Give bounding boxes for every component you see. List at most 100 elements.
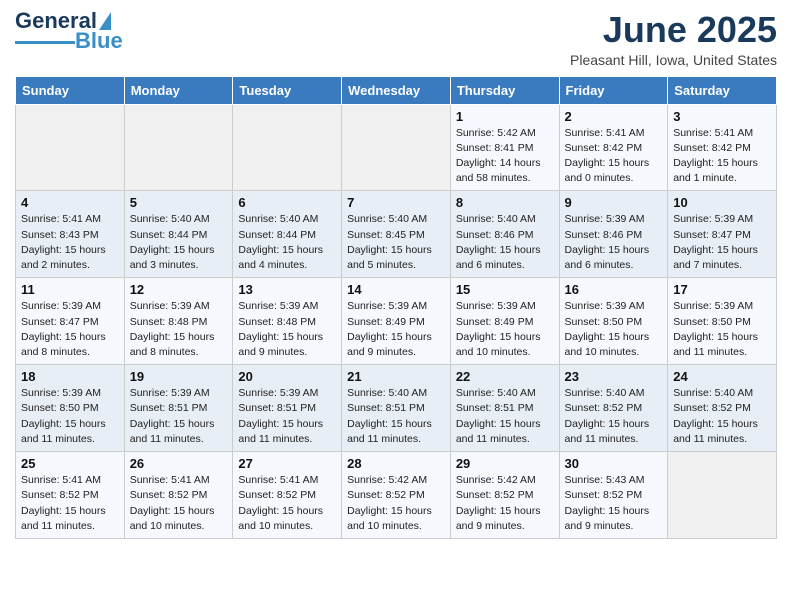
day-number: 21 <box>347 369 445 384</box>
day-detail: Sunrise: 5:41 AMSunset: 8:42 PMDaylight:… <box>673 126 771 187</box>
weekday-row: SundayMondayTuesdayWednesdayThursdayFrid… <box>16 76 777 104</box>
day-detail: Sunrise: 5:39 AMSunset: 8:50 PMDaylight:… <box>565 299 663 360</box>
day-detail: Sunrise: 5:39 AMSunset: 8:48 PMDaylight:… <box>238 299 336 360</box>
calendar-day-cell: 15Sunrise: 5:39 AMSunset: 8:49 PMDayligh… <box>450 278 559 365</box>
day-number: 8 <box>456 195 554 210</box>
calendar-day-cell: 9Sunrise: 5:39 AMSunset: 8:46 PMDaylight… <box>559 191 668 278</box>
weekday-header: Wednesday <box>342 76 451 104</box>
calendar-header: SundayMondayTuesdayWednesdayThursdayFrid… <box>16 76 777 104</box>
calendar-day-cell: 11 Sunrise: 5:39 AMSunset: 8:47 PMDayligh… <box>16 278 125 365</box>
day-number: 18 <box>21 369 119 384</box>
day-number: 1 <box>456 109 554 124</box>
calendar-day-cell <box>233 104 342 191</box>
logo-text-blue: Blue <box>75 28 123 54</box>
day-detail: Sunrise: 5:42 AMSunset: 8:52 PMDaylight:… <box>456 473 554 534</box>
title-block: June 2025 Pleasant Hill, Iowa, United St… <box>570 10 777 68</box>
day-number: 13 <box>238 282 336 297</box>
calendar-day-cell: 17 Sunrise: 5:39 AMSunset: 8:50 PMDayligh… <box>668 278 777 365</box>
day-detail: Sunrise: 5:40 AMSunset: 8:51 PMDaylight:… <box>456 386 554 447</box>
day-detail: Sunrise: 5:41 AMSunset: 8:43 PMDaylight:… <box>21 212 119 273</box>
calendar-day-cell: 2 Sunrise: 5:41 AMSunset: 8:42 PMDaylight… <box>559 104 668 191</box>
weekday-header: Thursday <box>450 76 559 104</box>
main-title: June 2025 <box>570 10 777 50</box>
calendar-day-cell: 16 Sunrise: 5:39 AMSunset: 8:50 PMDayligh… <box>559 278 668 365</box>
page-header: General Blue June 2025 Pleasant Hill, Io… <box>15 10 777 68</box>
day-detail: Sunrise: 5:39 AMSunset: 8:50 PMDaylight:… <box>21 386 119 447</box>
day-detail: Sunrise: 5:39 AMSunset: 8:47 PMDaylight:… <box>21 299 119 360</box>
day-number: 27 <box>238 456 336 471</box>
calendar-day-cell: 4 Sunrise: 5:41 AMSunset: 8:43 PMDaylight… <box>16 191 125 278</box>
day-number: 23 <box>565 369 663 384</box>
day-number: 12 <box>130 282 228 297</box>
day-detail: Sunrise: 5:39 AMSunset: 8:49 PMDaylight:… <box>347 299 445 360</box>
calendar-day-cell: 20 Sunrise: 5:39 AMSunset: 8:51 PMDayligh… <box>233 365 342 452</box>
calendar-day-cell: 13 Sunrise: 5:39 AMSunset: 8:48 PMDayligh… <box>233 278 342 365</box>
logo: General Blue <box>15 10 123 54</box>
day-number: 22 <box>456 369 554 384</box>
day-detail: Sunrise: 5:42 AMSunset: 8:52 PMDaylight:… <box>347 473 445 534</box>
day-detail: Sunrise: 5:40 AMSunset: 8:51 PMDaylight:… <box>347 386 445 447</box>
day-detail: Sunrise: 5:40 AMSunset: 8:45 PMDaylight:… <box>347 212 445 273</box>
day-number: 30 <box>565 456 663 471</box>
calendar-day-cell: 28 Sunrise: 5:42 AMSunset: 8:52 PMDayligh… <box>342 452 451 539</box>
day-detail: Sunrise: 5:40 AMSunset: 8:44 PMDaylight:… <box>238 212 336 273</box>
day-number: 20 <box>238 369 336 384</box>
day-number: 2 <box>565 109 663 124</box>
logo-line <box>15 41 75 44</box>
day-detail: Sunrise: 5:40 AMSunset: 8:52 PMDaylight:… <box>673 386 771 447</box>
day-number: 28 <box>347 456 445 471</box>
day-detail: Sunrise: 5:40 AMSunset: 8:46 PMDaylight:… <box>456 212 554 273</box>
calendar-day-cell: 21 Sunrise: 5:40 AMSunset: 8:51 PMDayligh… <box>342 365 451 452</box>
calendar-day-cell: 24 Sunrise: 5:40 AMSunset: 8:52 PMDayligh… <box>668 365 777 452</box>
day-detail: Sunrise: 5:41 AMSunset: 8:42 PMDaylight:… <box>565 126 663 187</box>
calendar-day-cell: 29 Sunrise: 5:42 AMSunset: 8:52 PMDayligh… <box>450 452 559 539</box>
weekday-header: Monday <box>124 76 233 104</box>
calendar-day-cell <box>16 104 125 191</box>
day-detail: Sunrise: 5:39 AMSunset: 8:50 PMDaylight:… <box>673 299 771 360</box>
calendar-day-cell: 7 Sunrise: 5:40 AMSunset: 8:45 PMDaylight… <box>342 191 451 278</box>
day-number: 11 <box>21 282 119 297</box>
day-number: 16 <box>565 282 663 297</box>
day-detail: Sunrise: 5:41 AMSunset: 8:52 PMDaylight:… <box>130 473 228 534</box>
calendar-day-cell: 26 Sunrise: 5:41 AMSunset: 8:52 PMDayligh… <box>124 452 233 539</box>
day-detail: Sunrise: 5:39 AMSunset: 8:48 PMDaylight:… <box>130 299 228 360</box>
calendar-day-cell: 3 Sunrise: 5:41 AMSunset: 8:42 PMDaylight… <box>668 104 777 191</box>
day-number: 7 <box>347 195 445 210</box>
day-number: 26 <box>130 456 228 471</box>
day-number: 25 <box>21 456 119 471</box>
day-number: 10 <box>673 195 771 210</box>
day-detail: Sunrise: 5:39 AMSunset: 8:49 PMDaylight:… <box>456 299 554 360</box>
day-detail: Sunrise: 5:39 AMSunset: 8:46 PMDaylight:… <box>565 212 663 273</box>
calendar-day-cell: 12 Sunrise: 5:39 AMSunset: 8:48 PMDayligh… <box>124 278 233 365</box>
day-number: 17 <box>673 282 771 297</box>
day-detail: Sunrise: 5:39 AMSunset: 8:51 PMDaylight:… <box>238 386 336 447</box>
subtitle: Pleasant Hill, Iowa, United States <box>570 52 777 68</box>
calendar-table: SundayMondayTuesdayWednesdayThursdayFrid… <box>15 76 777 539</box>
day-number: 14 <box>347 282 445 297</box>
day-number: 29 <box>456 456 554 471</box>
calendar-day-cell <box>668 452 777 539</box>
calendar-day-cell: 6 Sunrise: 5:40 AMSunset: 8:44 PMDaylight… <box>233 191 342 278</box>
day-number: 4 <box>21 195 119 210</box>
weekday-header: Saturday <box>668 76 777 104</box>
calendar-day-cell: 22 Sunrise: 5:40 AMSunset: 8:51 PMDayligh… <box>450 365 559 452</box>
calendar-day-cell: 30 Sunrise: 5:43 AMSunset: 8:52 PMDayligh… <box>559 452 668 539</box>
calendar-day-cell: 19Sunrise: 5:39 AMSunset: 8:51 PMDayligh… <box>124 365 233 452</box>
calendar-day-cell: 1 Sunrise: 5:42 AMSunset: 8:41 PMDaylight… <box>450 104 559 191</box>
calendar-day-cell: 25Sunrise: 5:41 AMSunset: 8:52 PMDayligh… <box>16 452 125 539</box>
day-detail: Sunrise: 5:39 AMSunset: 8:47 PMDaylight:… <box>673 212 771 273</box>
calendar-week-row: 18 Sunrise: 5:39 AMSunset: 8:50 PMDayligh… <box>16 365 777 452</box>
calendar-day-cell: 27Sunrise: 5:41 AMSunset: 8:52 PMDayligh… <box>233 452 342 539</box>
day-number: 6 <box>238 195 336 210</box>
calendar-day-cell: 10 Sunrise: 5:39 AMSunset: 8:47 PMDayligh… <box>668 191 777 278</box>
day-number: 24 <box>673 369 771 384</box>
day-detail: Sunrise: 5:42 AMSunset: 8:41 PMDaylight:… <box>456 126 554 187</box>
day-detail: Sunrise: 5:40 AMSunset: 8:44 PMDaylight:… <box>130 212 228 273</box>
calendar-week-row: 1 Sunrise: 5:42 AMSunset: 8:41 PMDaylight… <box>16 104 777 191</box>
calendar-day-cell: 8 Sunrise: 5:40 AMSunset: 8:46 PMDaylight… <box>450 191 559 278</box>
calendar-day-cell: 23Sunrise: 5:40 AMSunset: 8:52 PMDayligh… <box>559 365 668 452</box>
day-number: 3 <box>673 109 771 124</box>
day-detail: Sunrise: 5:43 AMSunset: 8:52 PMDaylight:… <box>565 473 663 534</box>
calendar-week-row: 4 Sunrise: 5:41 AMSunset: 8:43 PMDaylight… <box>16 191 777 278</box>
weekday-header: Tuesday <box>233 76 342 104</box>
